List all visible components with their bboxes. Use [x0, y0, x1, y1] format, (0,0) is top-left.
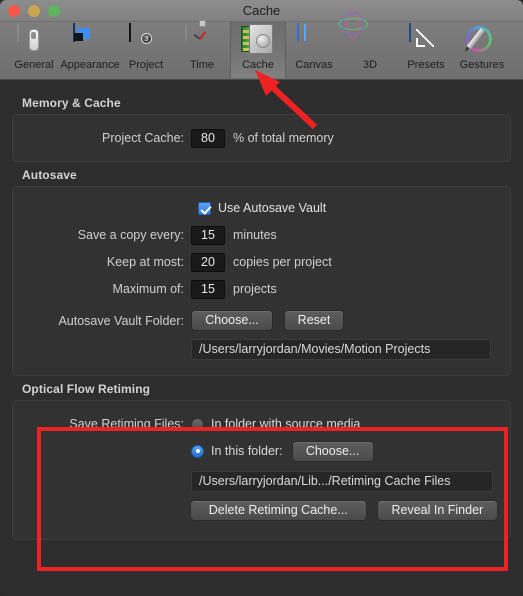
toolbar-label-3d: 3D — [362, 59, 378, 71]
row-use-autosave-vault: Use Autosave Vault — [25, 196, 498, 220]
unit-copies-per-project: copies per project — [233, 255, 332, 269]
save-copy-interval-input[interactable] — [191, 225, 225, 245]
label-use-autosave-vault: Use Autosave Vault — [218, 201, 327, 215]
label-project-cache: Project Cache: — [102, 131, 184, 145]
group-optical-flow: Save Retiming Files: In folder with sour… — [12, 400, 511, 540]
autosave-reset-button[interactable]: Reset — [284, 310, 344, 331]
unit-minutes: minutes — [233, 228, 277, 242]
toolbar-label-time: Time — [189, 59, 215, 71]
toolbar-item-appearance[interactable]: Appearance — [60, 22, 120, 78]
window-title: Cache — [242, 3, 281, 18]
label-save-a-copy-every: Save a copy every: — [77, 228, 184, 242]
reveal-in-finder-button[interactable]: Reveal In Finder — [376, 499, 498, 521]
label-in-this-folder: In this folder: — [211, 444, 283, 458]
use-autosave-vault-checkbox[interactable] — [198, 201, 211, 215]
row-maximum-of: Maximum of: projects — [25, 277, 498, 301]
section-title-optical-flow: Optical Flow Retiming — [22, 382, 151, 396]
row-retiming-buttons: Delete Retiming Cache... Reveal In Finde… — [25, 497, 498, 523]
toolbar-label-gestures: Gestures — [459, 59, 505, 71]
retiming-path-field[interactable]: /Users/larryjordan/Lib.../Retiming Cache… — [191, 470, 493, 492]
gestures-icon — [465, 24, 499, 58]
row-save-a-copy-every: Save a copy every: minutes — [25, 223, 498, 247]
section-title-autosave: Autosave — [22, 168, 77, 182]
toolbar-label-general: General — [14, 59, 54, 71]
canvas-icon — [297, 23, 331, 58]
row-keep-at-most: Keep at most: copies per project — [25, 250, 498, 274]
delete-retiming-cache-button[interactable]: Delete Retiming Cache... — [189, 499, 367, 521]
preferences-content: Memory & Cache Project Cache: % of total… — [0, 80, 523, 595]
project-icon: 3 — [129, 23, 163, 58]
toolbar-item-gestures[interactable]: Gestures — [454, 22, 510, 78]
preferences-window: Cache General Appearance 3 Project Time — [0, 0, 523, 596]
project-cache-input[interactable] — [191, 128, 225, 148]
radio-in-folder-with-source-media[interactable] — [191, 417, 204, 431]
section-title-memory-cache: Memory & Cache — [22, 96, 121, 110]
row-autosave-vault-folder: Autosave Vault Folder: Choose... Reset — [25, 307, 498, 334]
autosave-choose-button[interactable]: Choose... — [191, 310, 273, 331]
presets-icon — [409, 23, 443, 58]
row-retiming-path: /Users/larryjordan/Lib.../Retiming Cache… — [25, 468, 498, 494]
toolbar-label-appearance: Appearance — [60, 59, 120, 71]
general-icon — [17, 23, 51, 58]
autosave-vault-path-field[interactable]: /Users/larryjordan/Movies/Motion Project… — [191, 338, 491, 360]
toolbar-label-cache: Cache — [242, 59, 274, 71]
toolbar-item-time[interactable]: Time — [174, 22, 230, 78]
toolbar-item-project[interactable]: 3 Project — [118, 22, 174, 78]
toolbar-item-presets[interactable]: Presets — [398, 22, 454, 78]
toolbar-item-general[interactable]: General — [6, 22, 62, 78]
row-save-retiming-files: Save Retiming Files: In folder with sour… — [25, 412, 498, 436]
window-titlebar: Cache — [0, 0, 523, 22]
cache-icon — [241, 24, 275, 58]
preferences-toolbar: General Appearance 3 Project Time Cache … — [0, 9, 523, 80]
label-keep-at-most: Keep at most: — [106, 255, 184, 269]
keep-at-most-input[interactable] — [191, 252, 225, 272]
group-memory-cache: Project Cache: % of total memory — [12, 114, 511, 162]
radio-in-this-folder[interactable] — [191, 444, 204, 458]
row-autosave-vault-path: /Users/larryjordan/Movies/Motion Project… — [25, 337, 498, 361]
time-icon — [185, 23, 219, 58]
appearance-icon — [73, 23, 107, 58]
toolbar-label-canvas: Canvas — [295, 59, 333, 71]
label-save-retiming-files: Save Retiming Files: — [69, 417, 184, 431]
toolbar-item-3d[interactable]: 3D — [338, 9, 398, 78]
label-autosave-vault-folder: Autosave Vault Folder: — [58, 313, 184, 328]
toolbar-label-project: Project — [128, 59, 164, 71]
3d-icon — [338, 9, 387, 58]
label-maximum-of: Maximum of: — [112, 282, 184, 296]
toolbar-item-canvas[interactable]: Canvas — [286, 22, 342, 78]
label-in-folder-with-source-media: In folder with source media — [211, 417, 361, 431]
group-autosave: Use Autosave Vault Save a copy every: mi… — [12, 186, 511, 376]
toolbar-label-presets: Presets — [407, 59, 445, 71]
toolbar-item-cache[interactable]: Cache — [230, 22, 286, 78]
row-in-this-folder: In this folder: Choose... — [25, 439, 498, 463]
retiming-choose-button[interactable]: Choose... — [291, 440, 374, 462]
unit-projects: projects — [233, 282, 277, 296]
unit-project-cache: % of total memory — [233, 131, 334, 145]
maximum-projects-input[interactable] — [191, 279, 225, 299]
